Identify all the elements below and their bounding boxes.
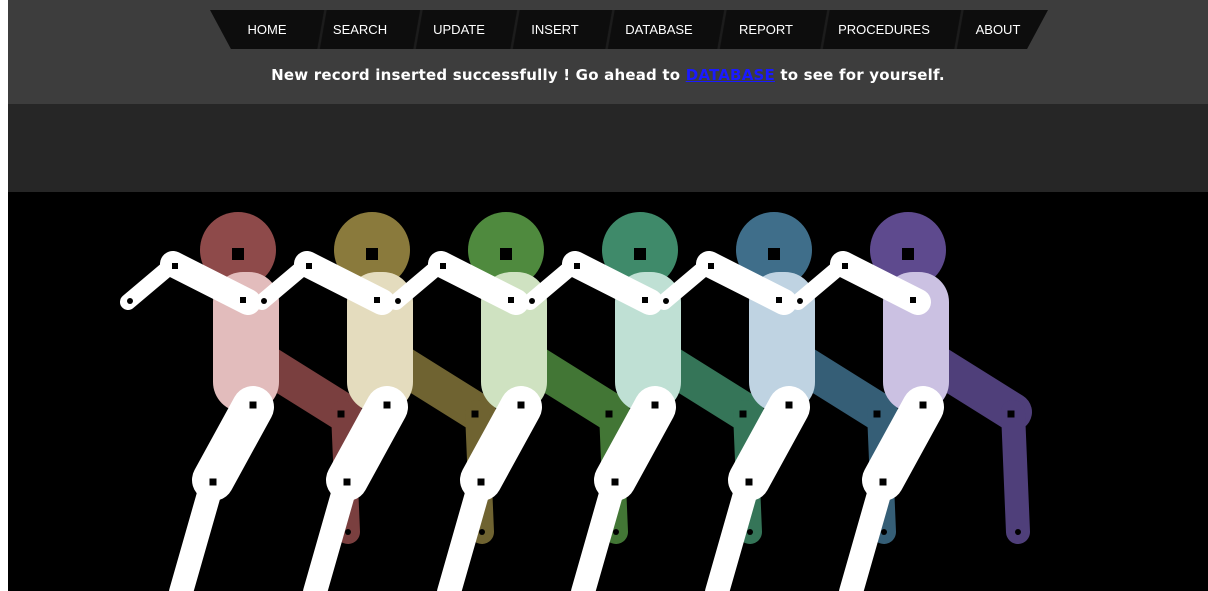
nav-separator [411, 10, 425, 49]
robot-joint-hole [797, 298, 803, 304]
robot-joint-bolt [745, 478, 753, 486]
robot-joint-hole [127, 298, 133, 304]
robot-joint-bolt [306, 263, 312, 269]
robot-joint-hole [613, 529, 619, 535]
robot-joint-bolt [574, 263, 580, 269]
nav-separator [508, 10, 522, 49]
robot-head-bolt [366, 248, 378, 260]
robot-joint-hole [395, 298, 401, 304]
robot-front-shin [705, 468, 761, 591]
robot-front-shin [839, 468, 895, 591]
page-frame: HOME SEARCH UPDATE INSERT DATABASE REPOR… [8, 0, 1208, 591]
robot-joint-hole [479, 529, 485, 535]
robot-joint-bolt [477, 478, 485, 486]
nav-item-update[interactable]: UPDATE [433, 10, 485, 49]
robot-joint-bolt [337, 410, 345, 418]
nav-item-report[interactable]: REPORT [739, 10, 793, 49]
robot-head-bolt [634, 248, 646, 260]
nav-separator [603, 10, 617, 49]
nav-item-insert[interactable]: INSERT [531, 10, 578, 49]
robot-joint-bolt [642, 297, 648, 303]
robot-joint-bolt [611, 478, 619, 486]
robot-joint-hole [881, 529, 887, 535]
robot-joint-bolt [776, 297, 782, 303]
robot-joint-hole [1015, 529, 1021, 535]
robot-front-thigh [192, 386, 274, 501]
robot-front-shin [169, 468, 225, 591]
robot-joint-bolt [879, 478, 887, 486]
robot-joint-bolt [842, 263, 848, 269]
robot-joint-bolt [508, 297, 514, 303]
hero-robot-illustration [120, 212, 1032, 591]
nav-separator [952, 10, 966, 49]
robot-front-shin [571, 468, 627, 591]
nav-item-search[interactable]: SEARCH [333, 10, 387, 49]
nav-separator [715, 10, 729, 49]
success-message-suffix: to see for yourself. [774, 66, 945, 84]
robot-head-bolt [500, 248, 512, 260]
robot-head-bolt [902, 248, 914, 260]
nav-separator [818, 10, 832, 49]
robot-joint-bolt [172, 263, 178, 269]
robot-joint-bolt [374, 297, 380, 303]
robot-front-shin [303, 468, 359, 591]
robot-joint-bolt [249, 401, 257, 409]
robot-front-shin [437, 468, 493, 591]
robot-joint-bolt [785, 401, 793, 409]
robot-joint-hole [747, 529, 753, 535]
robot-joint-bolt [240, 297, 246, 303]
nav-list: HOME SEARCH UPDATE INSERT DATABASE REPOR… [210, 10, 1048, 49]
robot-joint-bolt [910, 297, 916, 303]
nav-item-home[interactable]: HOME [248, 10, 287, 49]
robot-joint-hole [663, 298, 669, 304]
success-message: New record inserted successfully ! Go ah… [8, 66, 1208, 84]
main-navbar: HOME SEARCH UPDATE INSERT DATABASE REPOR… [210, 10, 1048, 49]
robot-joint-bolt [383, 401, 391, 409]
nav-item-about[interactable]: ABOUT [976, 10, 1021, 49]
robot-joint-bolt [605, 410, 613, 418]
robot-joint-bolt [440, 263, 446, 269]
robot-joint-hole [261, 298, 267, 304]
robot-joint-bolt [517, 401, 525, 409]
robot-head-bolt [232, 248, 244, 260]
robot-joint-bolt [343, 478, 351, 486]
robot-joint-bolt [1007, 410, 1015, 418]
robot-joint-hole [529, 298, 535, 304]
robot-head-bolt [768, 248, 780, 260]
robot-back-shin [1001, 400, 1030, 544]
nav-item-procedures[interactable]: PROCEDURES [838, 10, 930, 49]
robot-joint-bolt [873, 410, 881, 418]
robot-joint-bolt [209, 478, 217, 486]
banner-band [8, 104, 1208, 192]
nav-separator [315, 10, 329, 49]
database-link[interactable]: DATABASE [686, 66, 775, 84]
robot-joint-bolt [651, 401, 659, 409]
robot-joint-bolt [471, 410, 479, 418]
robot-joint-bolt [708, 263, 714, 269]
nav-item-database[interactable]: DATABASE [625, 10, 692, 49]
robot-joint-bolt [919, 401, 927, 409]
robot-joint-hole [345, 529, 351, 535]
success-message-text: New record inserted successfully ! Go ah… [271, 66, 686, 84]
robot-joint-bolt [739, 410, 747, 418]
